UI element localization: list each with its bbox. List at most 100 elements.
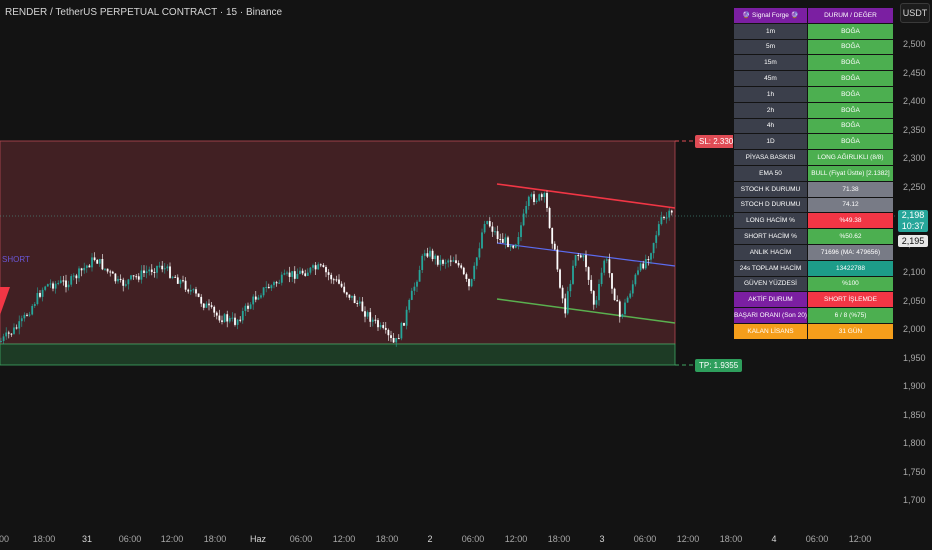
candle-body xyxy=(374,319,377,321)
chart-title: RENDER / TetherUS PERPETUAL CONTRACT · 1… xyxy=(5,7,283,18)
candle-body xyxy=(36,292,39,305)
candle-body xyxy=(452,260,455,262)
candle-body xyxy=(223,314,226,322)
table-row-label: ANLIK HACİM xyxy=(734,244,807,260)
candle-body xyxy=(449,260,452,262)
candle-body xyxy=(192,289,195,291)
candle-body xyxy=(421,255,424,271)
candle-body xyxy=(275,282,278,284)
table-header-title: 🔮 Signal Forge 🔮 xyxy=(734,8,807,23)
table-row: 24s TOPLAM HACİM 13422788 xyxy=(734,260,893,276)
candle-body xyxy=(260,295,262,298)
time-tick: 18:00 xyxy=(719,534,743,544)
candle-body xyxy=(65,280,67,288)
candle-body xyxy=(670,210,673,213)
candle-body xyxy=(267,286,270,289)
candle-body xyxy=(447,260,450,263)
time-tick: 18:00 xyxy=(32,534,56,544)
candle-body xyxy=(483,224,486,233)
price-axis[interactable]: 2,5002,4502,4002,3502,3002,2502,2002,150… xyxy=(896,0,932,550)
table-row-label: BAŞARI ORANI (Son 20) xyxy=(734,308,807,323)
table-row-value: BOĞA xyxy=(807,118,893,134)
candle-body xyxy=(416,281,418,287)
table-row-label: 1m xyxy=(734,23,807,39)
candle-body xyxy=(85,265,88,268)
table-row: SHORT HACİM % %50.62 xyxy=(734,229,893,244)
candle-body xyxy=(241,310,244,321)
candle-body xyxy=(582,255,585,258)
candle-body xyxy=(647,259,650,261)
secondary-price-tag: 2,195 xyxy=(898,235,928,247)
candle-body xyxy=(517,237,520,245)
candle-body xyxy=(117,278,119,282)
table-row-label: AKTİF DURUM xyxy=(734,292,807,308)
candle-body xyxy=(400,322,403,339)
candle-body xyxy=(631,284,634,294)
candle-body xyxy=(598,283,600,301)
price-tick: 1,800 xyxy=(903,438,926,448)
candle-body xyxy=(501,239,504,243)
candle-body xyxy=(603,260,606,273)
candle-body xyxy=(442,260,444,264)
candle-body xyxy=(642,263,645,269)
candle-body xyxy=(348,294,351,298)
candle-body xyxy=(158,265,161,267)
table-row-value: 13422788 xyxy=(807,260,893,276)
candle-body xyxy=(522,213,525,226)
candle-body xyxy=(600,272,603,284)
time-tick: 18:00 xyxy=(547,534,571,544)
candle-body xyxy=(626,297,629,303)
candle-body xyxy=(130,275,132,280)
price-tick: 1,850 xyxy=(903,409,926,420)
candle-body xyxy=(468,278,470,287)
candle-body xyxy=(561,287,564,299)
take-profit-zone xyxy=(0,343,676,366)
candle-body xyxy=(166,266,169,269)
price-tick: 2,450 xyxy=(903,67,926,78)
candle-body xyxy=(20,318,23,322)
table-row-label: SHORT HACİM % xyxy=(734,229,807,244)
candle-body xyxy=(163,268,166,270)
candle-body xyxy=(530,194,533,197)
candle-body xyxy=(31,305,34,315)
candle-body xyxy=(585,255,587,268)
candle-body xyxy=(410,290,413,300)
candle-body xyxy=(556,249,559,270)
candle-body xyxy=(67,284,70,288)
time-tick: 06:00 xyxy=(118,534,142,544)
candle-body xyxy=(587,267,590,280)
candle-body xyxy=(413,286,416,291)
candle-body xyxy=(52,283,54,289)
table-row-value: 74.12 xyxy=(807,197,893,213)
table-row: STOCH D DURUMU 74.12 xyxy=(734,197,893,213)
candle-body xyxy=(325,267,327,273)
candle-body xyxy=(296,273,299,279)
candle-body xyxy=(613,288,616,301)
candle-body xyxy=(507,237,509,247)
candle-body xyxy=(10,333,13,335)
table-row-value: BOĞA xyxy=(807,86,893,102)
time-tick: Haz xyxy=(249,534,267,544)
candle-body xyxy=(340,283,343,287)
candle-body xyxy=(608,259,611,274)
candle-body xyxy=(249,304,252,309)
price-tick: 1,900 xyxy=(903,381,926,391)
price-tick: 2,000 xyxy=(903,324,926,334)
candle-body xyxy=(28,314,31,316)
candle-body xyxy=(33,304,36,306)
candle-body xyxy=(317,264,320,270)
candle-body xyxy=(473,265,476,280)
candle-body xyxy=(57,282,60,284)
table-row-label: LONG HACİM % xyxy=(734,213,807,229)
candle-body xyxy=(291,271,294,277)
time-tick: 00 xyxy=(0,534,10,544)
candle-body xyxy=(304,273,307,276)
candle-body xyxy=(26,314,28,316)
candle-body xyxy=(486,221,489,225)
table-row: 4h BOĞA xyxy=(734,118,893,134)
price-tick: 2,250 xyxy=(903,181,926,192)
table-row: BAŞARI ORANI (Son 20) 6 / 8 (%75) xyxy=(734,308,893,323)
time-axis[interactable]: 00 18:00 31 06:00 12:00 18:00 Haz 06:00 12:00 18:… xyxy=(0,530,932,550)
candle-body xyxy=(387,329,390,336)
candle-body xyxy=(358,301,361,304)
